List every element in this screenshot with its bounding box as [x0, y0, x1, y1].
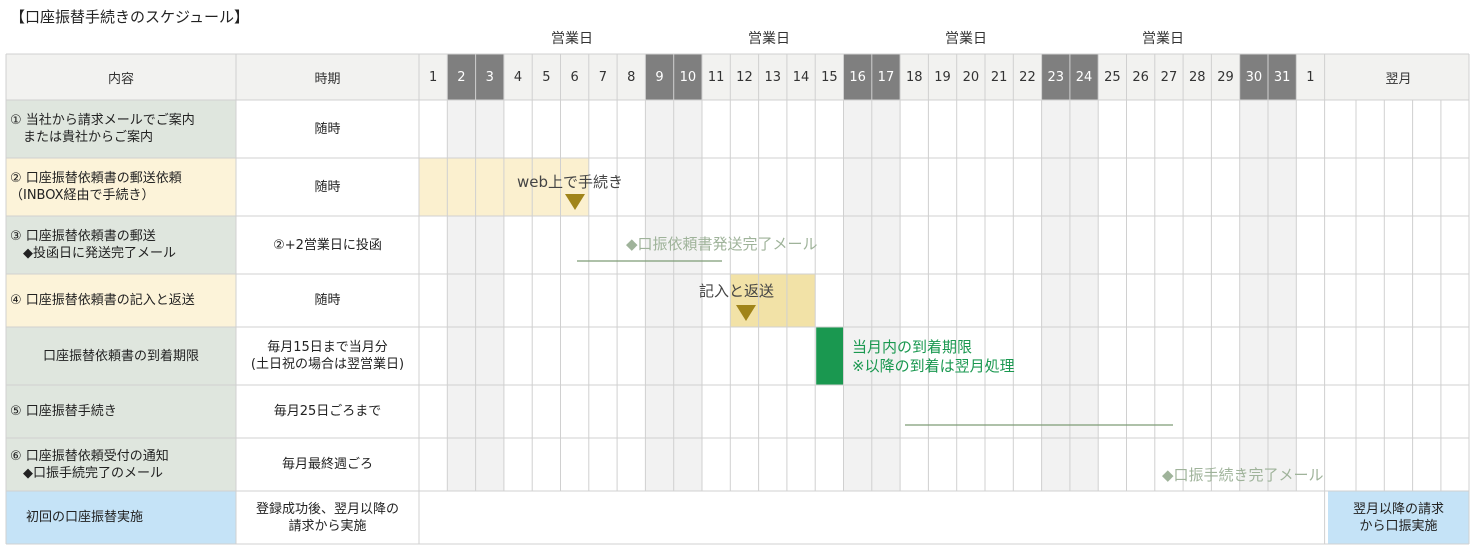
text-line: 毎月15日まで当月分	[267, 340, 388, 355]
header-next-month: 翌月	[1385, 71, 1412, 87]
holiday-column	[871, 100, 901, 491]
text-line: 登録成功後、翌月以降の	[255, 501, 399, 517]
text-line: ⑤ 口座振替手続き	[10, 404, 117, 419]
done-mail-label: ◆口振手続き完了メール	[1162, 466, 1324, 484]
row-label: ③ 口座振替依頼書の郵送 ◆投函日に発送完了メール	[10, 216, 232, 274]
row-label: 口座振替依頼書の到着期限	[10, 327, 232, 385]
fill-return-label: 記入と返送	[699, 282, 775, 300]
holiday-column	[1268, 100, 1297, 491]
text-line: ③ 口座振替依頼書の郵送	[10, 229, 156, 244]
row-period: 登録成功後、翌月以降の 請求から実施	[236, 491, 419, 544]
text-line: ② 口座振替依頼書の郵送依頼	[10, 171, 182, 186]
row-period: ②+2営業日に投函	[236, 216, 419, 274]
deadline-label: 当月内の到着期限	[852, 338, 973, 356]
text-line: 随時	[314, 293, 341, 308]
day-header: 19	[934, 69, 951, 85]
text-line: 請求から実施	[288, 518, 367, 534]
text-line: 毎月25日ごろまで	[273, 404, 382, 419]
day-header: 12	[736, 69, 753, 85]
header-period: 時期	[314, 71, 341, 87]
holiday-column	[1041, 100, 1070, 491]
text-line: ⑥ 口座振替依頼受付の通知	[10, 448, 169, 464]
day-header: 7	[598, 69, 608, 85]
row-period: 毎月25日ごろまで	[236, 385, 419, 438]
day-header: 8	[627, 69, 636, 85]
text-line: ◆投函日に発送完了メール	[10, 246, 176, 261]
day-header: 4	[513, 69, 523, 85]
text-line: または貴社からご案内	[10, 130, 154, 145]
day-header: 13	[764, 69, 782, 85]
row-period: 毎月最終週ごろ	[236, 438, 419, 491]
row-label: ① 当社から請求メールでご案内 または貴社からご案内	[10, 100, 232, 158]
day-header: 2	[457, 69, 466, 85]
deadline-note: ※以降の到着は翌月処理	[852, 357, 1015, 375]
row-period: 随時	[236, 158, 419, 216]
row-label: ⑤ 口座振替手続き	[10, 385, 232, 438]
day-header: 10	[679, 69, 697, 85]
day-header: 18	[905, 69, 923, 85]
day-header: 21	[990, 69, 1008, 85]
text-line: 随時	[314, 179, 341, 195]
day-header: 29	[1217, 69, 1234, 85]
row-period: 毎月15日まで当月分 (土日祝の場合は翌営業日)	[236, 327, 419, 385]
day-header: 1	[1306, 69, 1315, 85]
day-header: 26	[1132, 69, 1149, 85]
day-header: 16	[849, 69, 866, 85]
text-line: から口振実施	[1359, 518, 1438, 534]
text-line: (土日祝の場合は翌営業日)	[250, 357, 405, 372]
day-header: 15	[821, 69, 838, 85]
holiday-column	[673, 100, 702, 491]
holiday-column	[1239, 100, 1268, 491]
day-header: 1	[429, 69, 438, 85]
text-line: ④ 口座振替依頼書の記入と返送	[10, 293, 195, 308]
row-period: 随時	[236, 274, 419, 327]
text-line: 初回の口座振替実施	[26, 510, 144, 525]
holiday-column	[1069, 100, 1099, 491]
day-header: 27	[1160, 69, 1178, 85]
day-header: 20	[962, 69, 980, 85]
holiday-column	[843, 100, 872, 491]
row-label: ⑥ 口座振替依頼受付の通知 ◆口振手続完了のメール	[10, 438, 232, 491]
day-header: 31	[1273, 69, 1291, 85]
next-month-text: 翌月以降の請求 から口振実施	[1328, 491, 1469, 544]
day-header: 3	[485, 69, 494, 85]
day-header: 5	[542, 69, 551, 85]
holiday-column	[645, 100, 674, 491]
row-label: ④ 口座振替依頼書の記入と返送	[10, 274, 232, 327]
day-header: 6	[570, 69, 579, 85]
text-line: ②+2営業日に投函	[273, 237, 382, 253]
text-line: ◆口振手続完了のメール	[10, 465, 163, 481]
day-header: 25	[1104, 69, 1121, 85]
day-header: 28	[1188, 69, 1206, 85]
row-label: ② 口座振替依頼書の郵送依頼 （INBOX経由で手続き）	[10, 158, 232, 216]
text-line: 毎月最終週ごろ	[281, 457, 373, 472]
day-header: 9	[655, 69, 664, 85]
text-line: 翌月以降の請求	[1352, 501, 1444, 517]
day-header: 23	[1047, 69, 1065, 85]
day-header: 14	[792, 69, 810, 85]
text-line: ① 当社から請求メールでご案内	[10, 113, 195, 128]
day-header: 24	[1075, 69, 1093, 85]
text-line: 随時	[314, 121, 341, 137]
web-procedure-label: web上で手続き	[517, 173, 624, 191]
deadline-marker	[816, 327, 844, 385]
sent-mail-label: ◆口振依頼書発送完了メール	[626, 235, 818, 253]
header-content: 内容	[107, 71, 134, 87]
row-label: 初回の口座振替実施	[10, 491, 232, 544]
day-header: 22	[1019, 69, 1036, 85]
text-line: 口座振替依頼書の到着期限	[42, 348, 199, 364]
text-line: （INBOX経由で手続き）	[10, 188, 155, 203]
day-header: 30	[1245, 69, 1263, 85]
row-period: 随時	[236, 100, 419, 158]
day-header: 11	[707, 69, 725, 85]
day-header: 17	[877, 69, 895, 85]
